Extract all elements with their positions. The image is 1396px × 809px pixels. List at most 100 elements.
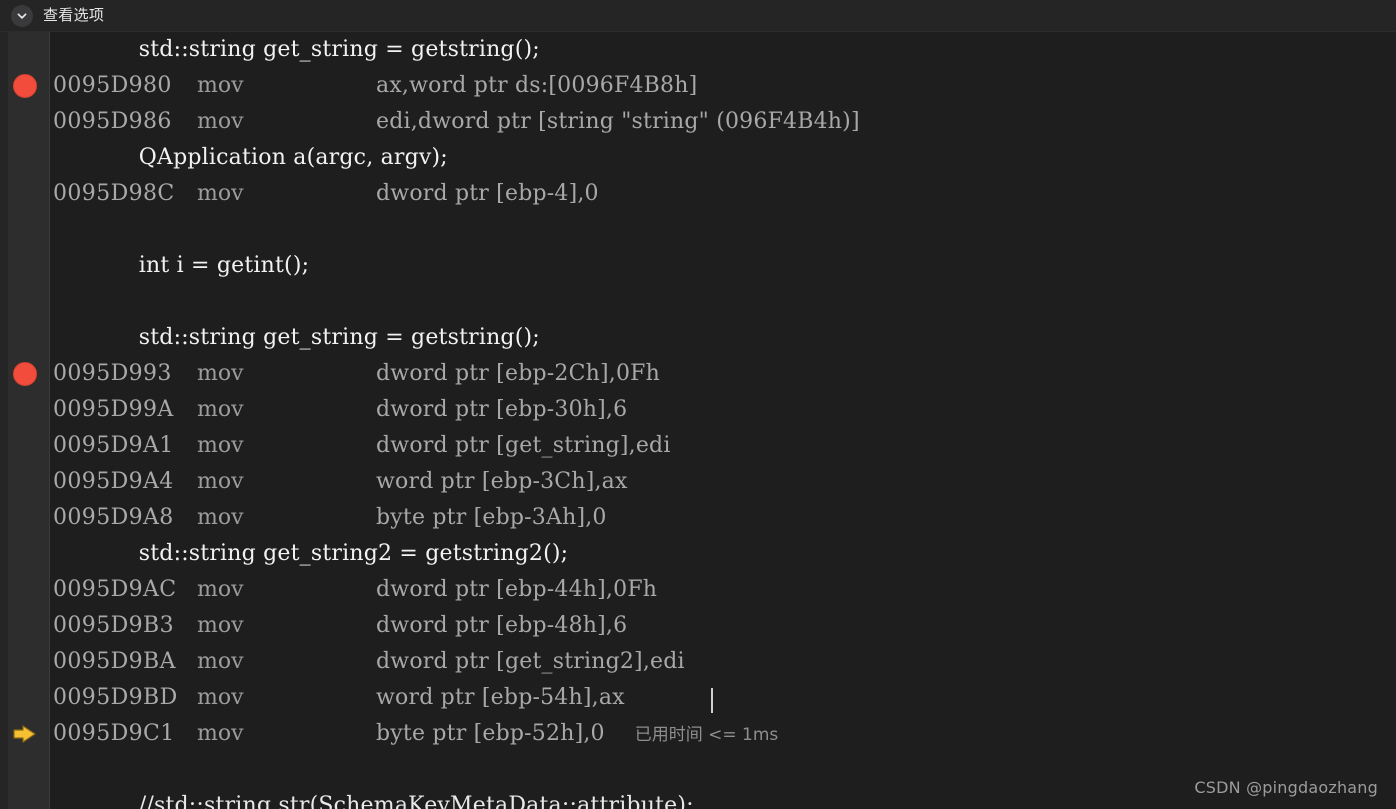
disassembly-row[interactable]: 0095D9BD mov word ptr [ebp-54h],ax: [0, 680, 1396, 716]
source-line-text: QApplication a(argc, argv);: [110, 145, 448, 170]
source-line-row[interactable]: QApplication a(argc, argv);: [0, 140, 1396, 176]
instruction-address: 0095D98C: [53, 181, 175, 206]
instruction-operands: ax,word ptr ds:[0096F4B8h]: [376, 73, 698, 98]
instruction-mnemonic: mov: [197, 73, 244, 98]
disassembly-row[interactable]: 0095D98C mov dword ptr [ebp-4],0: [0, 176, 1396, 212]
disassembly-text: 0095D9A4 mov word ptr [ebp-3Ch],ax: [0, 464, 628, 500]
disassembly-text: 0095D986 mov edi,dword ptr [string "string…: [0, 104, 860, 140]
row-marker[interactable]: [0, 140, 50, 176]
disassembly-text: 0095D98C mov dword ptr [ebp-4],0: [0, 176, 599, 212]
source-line-row[interactable]: //std::string str(SchemaKeyMetaData::att…: [0, 788, 1396, 809]
disassembly-text: 0095D9BD mov word ptr [ebp-54h],ax: [0, 680, 625, 716]
row-marker: [0, 212, 50, 248]
disassembly-row[interactable]: 0095D99A mov dword ptr [ebp-30h],6: [0, 392, 1396, 428]
instruction-address: 0095D9C1: [53, 720, 175, 746]
source-line-row[interactable]: std::string get_string = getstring();: [0, 32, 1396, 68]
watermark: CSDN @pingdaozhang: [1194, 778, 1378, 797]
view-options-toolbar: 查看选项: [0, 0, 1396, 32]
instruction-mnemonic: mov: [197, 397, 244, 422]
row-marker[interactable]: [0, 356, 50, 392]
instruction-operands: dword ptr [ebp-48h],6: [376, 613, 628, 638]
instruction-operands: edi,dword ptr [string "string" (096F4B4h…: [376, 109, 860, 134]
disassembly-text: 0095D980 mov ax,word ptr ds:[0096F4B8h]: [0, 68, 697, 104]
view-options-toggle-button[interactable]: [11, 4, 33, 27]
instruction-address: 0095D9A1: [53, 433, 174, 458]
source-line-text: //std::string str(SchemaKeyMetaData::att…: [110, 793, 694, 809]
disassembly-row[interactable]: 0095D9A8 mov byte ptr [ebp-3Ah],0: [0, 500, 1396, 536]
instruction-address: 0095D99A: [53, 397, 174, 422]
instruction-mnemonic: mov: [197, 181, 244, 206]
instruction-mnemonic: mov: [197, 505, 244, 530]
instruction-operands: word ptr [ebp-54h],ax: [376, 685, 625, 710]
source-line-row[interactable]: std::string get_string2 = getstring2();: [0, 536, 1396, 572]
instruction-address: 0095D980: [53, 73, 172, 98]
disassembly-text: 0095D9A1 mov dword ptr [get_string],edi: [0, 428, 671, 464]
instruction-mnemonic: mov: [197, 469, 244, 494]
instruction-address: 0095D9BD: [53, 685, 178, 710]
row-marker[interactable]: [0, 68, 50, 104]
disassembly-row[interactable]: 0095D9B3 mov dword ptr [ebp-48h],6: [0, 608, 1396, 644]
disassembly-text: 0095D9A8 mov byte ptr [ebp-3Ah],0: [0, 500, 607, 536]
instruction-mnemonic: mov: [197, 433, 244, 458]
breakpoint-icon[interactable]: [13, 74, 37, 98]
row-marker[interactable]: [0, 104, 50, 140]
row-marker[interactable]: [0, 536, 50, 572]
source-line-text: std::string get_string = getstring();: [110, 37, 540, 62]
instruction-operands: dword ptr [ebp-2Ch],0Fh: [376, 361, 660, 386]
source-line-text: std::string get_string2 = getstring2();: [110, 541, 569, 566]
disassembly-row[interactable]: 0095D9AC mov dword ptr [ebp-44h],0Fh: [0, 572, 1396, 608]
row-marker[interactable]: [0, 788, 50, 809]
instruction-address: 0095D9B3: [53, 613, 174, 638]
instruction-address: 0095D9BA: [53, 649, 176, 674]
row-marker[interactable]: [0, 392, 50, 428]
disassembly-row[interactable]: 0095D980 mov ax,word ptr ds:[0096F4B8h]: [0, 68, 1396, 104]
instruction-operands: word ptr [ebp-3Ch],ax: [376, 469, 628, 494]
instruction-address: 0095D993: [53, 361, 172, 386]
row-marker[interactable]: [0, 500, 50, 536]
instruction-mnemonic: mov: [197, 577, 244, 602]
row-marker[interactable]: [0, 608, 50, 644]
source-line-row[interactable]: int i = getint();: [0, 248, 1396, 284]
disassembly-row[interactable]: 0095D9BA mov dword ptr [get_string2],edi: [0, 644, 1396, 680]
text-caret: [711, 688, 713, 713]
instruction-mnemonic: mov: [197, 685, 244, 710]
row-marker[interactable]: [0, 680, 50, 716]
instruction-mnemonic: mov: [197, 613, 244, 638]
row-marker[interactable]: [0, 248, 50, 284]
code-surface[interactable]: std::string get_string = getstring();009…: [0, 32, 1396, 809]
disassembly-row[interactable]: 0095D9C1 mov byte ptr [ebp-52h],0 已用时间 <= 1…: [0, 716, 1396, 752]
row-marker[interactable]: [0, 716, 50, 752]
row-marker[interactable]: [0, 644, 50, 680]
source-line-text: std::string get_string = getstring();: [110, 325, 540, 350]
instruction-operands: dword ptr [ebp-30h],6: [376, 397, 628, 422]
disassembly-row[interactable]: 0095D9A4 mov word ptr [ebp-3Ch],ax: [0, 464, 1396, 500]
disassembly-text: 0095D9B3 mov dword ptr [ebp-48h],6: [0, 608, 627, 644]
instruction-mnemonic: mov: [197, 649, 244, 674]
breakpoint-icon[interactable]: [13, 362, 37, 386]
disassembly-text: 0095D993 mov dword ptr [ebp-2Ch],0Fh: [0, 356, 660, 392]
disassembly-text: 0095D9AC mov dword ptr [ebp-44h],0Fh: [0, 572, 657, 608]
instruction-operands: dword ptr [get_string],edi: [376, 433, 671, 458]
instruction-address: 0095D9A4: [53, 469, 174, 494]
view-options-label: 查看选项: [43, 6, 105, 24]
instruction-mnemonic: mov: [197, 720, 244, 746]
disassembly-text: 0095D9C1 mov byte ptr [ebp-52h],0 已用时间 <= 1…: [0, 716, 778, 753]
source-line-row[interactable]: std::string get_string = getstring();: [0, 320, 1396, 356]
row-marker[interactable]: [0, 176, 50, 212]
instruction-operands: dword ptr [ebp-44h],0Fh: [376, 577, 658, 602]
disassembly-row[interactable]: 0095D993 mov dword ptr [ebp-2Ch],0Fh: [0, 356, 1396, 392]
row-marker[interactable]: [0, 428, 50, 464]
blank-row: [0, 752, 1396, 788]
row-marker[interactable]: [0, 572, 50, 608]
instruction-mnemonic: mov: [197, 109, 244, 134]
instruction-operands: byte ptr [ebp-3Ah],0: [376, 505, 607, 530]
row-marker[interactable]: [0, 320, 50, 356]
disassembly-row[interactable]: 0095D986 mov edi,dword ptr [string "string…: [0, 104, 1396, 140]
row-marker[interactable]: [0, 32, 50, 68]
disassembly-window: 查看选项 std::string get_string = getstring(…: [0, 0, 1396, 809]
chevron-down-icon: [15, 9, 29, 23]
elapsed-time-annotation: 已用时间 <= 1ms: [634, 724, 779, 745]
row-marker[interactable]: [0, 464, 50, 500]
disassembly-row[interactable]: 0095D9A1 mov dword ptr [get_string],edi: [0, 428, 1396, 464]
instruction-operands: byte ptr [ebp-52h],0: [376, 720, 605, 746]
